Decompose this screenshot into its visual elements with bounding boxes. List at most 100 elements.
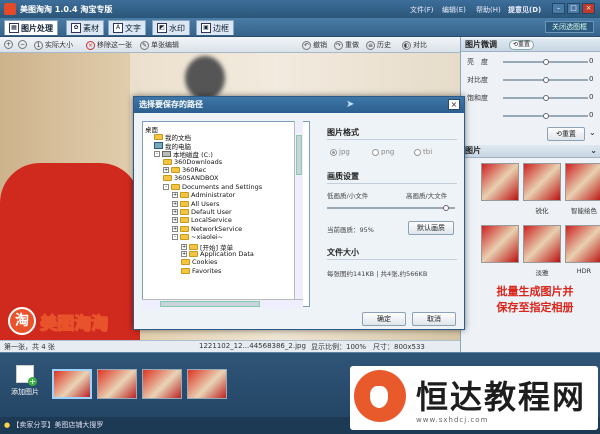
slider-handle[interactable] — [543, 59, 549, 65]
reset-button[interactable]: ⟲重置 — [547, 127, 585, 141]
expand-icon[interactable]: + — [163, 167, 169, 173]
slider-label: 饱和度 — [467, 94, 488, 102]
minimize-icon[interactable]: – — [552, 3, 565, 14]
expand-icon[interactable]: + — [172, 209, 178, 215]
ok-button[interactable]: 确定 — [362, 312, 406, 326]
quality-slider-handle[interactable] — [443, 205, 449, 211]
remove-one-button[interactable]: × 移除这一张 — [86, 40, 132, 50]
format-radio[interactable]: jpg — [330, 148, 350, 156]
slider-value: 0 — [589, 57, 594, 65]
default-quality-button[interactable]: 默认画质 — [408, 221, 454, 235]
cancel-button[interactable]: 取消 — [412, 312, 456, 326]
tree-node[interactable]: + Administrator — [172, 191, 235, 199]
collapse-icon[interactable]: - — [154, 151, 160, 158]
menu-edit[interactable]: 编辑(E) — [442, 5, 466, 15]
effect-thumbnail[interactable] — [481, 163, 519, 201]
tab-material[interactable]: ✿ 素材 — [66, 20, 104, 35]
effect-thumbnail[interactable] — [481, 225, 519, 263]
tab-image-processing[interactable]: ▦ 图片处理 — [4, 20, 58, 35]
effect-thumbnail[interactable] — [523, 163, 561, 201]
slider-track[interactable] — [503, 113, 588, 119]
file-name: 1221102_12...44568386_2.jpg — [199, 342, 306, 350]
zoom-out-button[interactable]: − — [18, 40, 27, 49]
adjust-reset-button[interactable]: ⟲重置 — [509, 40, 535, 50]
add-image-icon: + — [16, 365, 37, 386]
chevron-down-icon[interactable]: ⌄ — [590, 145, 597, 157]
folder-icon — [180, 234, 189, 241]
slider-track[interactable] — [503, 59, 588, 65]
expand-icon[interactable]: + — [172, 225, 178, 232]
slider-track[interactable] — [503, 95, 588, 101]
site-watermark: 恒达教程网 www.sxhdcj.com — [350, 366, 598, 430]
effect-thumbnail[interactable] — [565, 163, 600, 201]
folder-icon — [189, 243, 198, 250]
menu-help[interactable]: 帮助(H) — [476, 5, 501, 15]
image-thumbnail[interactable] — [187, 369, 227, 399]
remove-icon: × — [86, 40, 95, 50]
tree-horizontal-scrollbar[interactable] — [142, 299, 303, 308]
slider-handle[interactable] — [543, 113, 549, 119]
menu-file[interactable]: 文件(F) — [410, 5, 434, 15]
close-icon[interactable]: × — [582, 3, 595, 14]
add-image-button[interactable]: + 添加图片 — [6, 365, 44, 409]
tree-node-label: Favorites — [192, 266, 222, 275]
expand-icon[interactable]: + — [172, 200, 178, 207]
zoom-in-icon: + — [4, 40, 13, 49]
maximize-icon[interactable]: □ — [567, 3, 580, 14]
tab-border[interactable]: ▣ 边框 — [196, 20, 234, 35]
footer-tip[interactable]: 【卖家分享】美图店铺大搜罗 — [12, 421, 103, 429]
tab-text[interactable]: A 文字 — [108, 20, 146, 35]
tree-node[interactable]: 360Downloads — [163, 158, 222, 166]
tree-node[interactable]: + All Users — [172, 200, 219, 208]
tree-node[interactable]: Cookies — [181, 258, 217, 266]
collapse-icon[interactable]: - — [172, 234, 178, 241]
tree-node[interactable]: +360Rec — [163, 166, 206, 174]
tree-node-label: Default User — [191, 208, 232, 216]
tree-node[interactable]: - Documents and Settings — [163, 183, 262, 191]
undo-button[interactable]: ↶ 撤销 — [302, 40, 327, 50]
expand-icon[interactable]: + — [172, 192, 178, 199]
tab-watermark[interactable]: ◩ 水印 — [152, 20, 190, 35]
tree-vertical-scrollbar[interactable] — [294, 121, 303, 299]
cursor-icon: ➤ — [346, 99, 355, 110]
format-radio[interactable]: png — [372, 148, 394, 156]
quality-current: 当前画质：95% — [327, 226, 374, 234]
menu-feedback[interactable]: 提意见(D) — [508, 5, 541, 15]
tree-node[interactable]: + LocalService — [172, 216, 232, 224]
effect-thumbnail[interactable] — [523, 225, 561, 263]
expand-icon[interactable]: + — [172, 217, 178, 224]
folder-icon — [171, 167, 180, 173]
tree-node[interactable]: - ~xiaolei~ — [172, 233, 223, 241]
slider-label: 对比度 — [467, 76, 488, 84]
tree-node[interactable]: 360SANDBOX — [163, 174, 218, 182]
image-thumbnail[interactable] — [52, 369, 92, 399]
tree-node[interactable]: Favorites — [181, 267, 221, 275]
blurred-face — [185, 56, 225, 100]
single-edit-button[interactable]: ✎ 单张编辑 — [140, 40, 179, 50]
slider-handle[interactable] — [543, 95, 549, 101]
history-button[interactable]: ≡ 历史 — [366, 40, 391, 50]
compare-button[interactable]: ◐ 对比 — [402, 40, 427, 50]
effect-thumbnail[interactable] — [565, 225, 600, 263]
quality-slider[interactable] — [327, 205, 455, 211]
expand-icon[interactable]: + — [181, 251, 187, 257]
image-thumbnail[interactable] — [142, 369, 182, 399]
collapse-icon[interactable]: - — [163, 183, 169, 190]
watermark-icon: ◩ — [157, 23, 167, 33]
tree-node[interactable]: + Application Data — [181, 250, 254, 258]
tree-node-label: All Users — [191, 199, 220, 208]
format-radio[interactable]: tbi — [414, 148, 432, 156]
tree-node[interactable]: + NetworkService — [172, 225, 242, 233]
close-selector-button[interactable]: 关闭选图框 — [545, 21, 594, 33]
slider-handle[interactable] — [543, 77, 549, 83]
actual-size-button[interactable]: 1 实际大小 — [34, 40, 73, 50]
collapse-icon[interactable]: ⌄ — [589, 128, 596, 137]
tree-node[interactable]: + Default User — [172, 208, 232, 216]
folder-tree[interactable]: 桌面 我的文档 我的电脑 - 本地磁盘 (C:) 360Downloads +360Rec 3… — [142, 121, 310, 307]
slider-track[interactable] — [503, 77, 588, 83]
image-thumbnail[interactable] — [97, 369, 137, 399]
redo-button[interactable]: ↷ 重做 — [334, 40, 359, 50]
expand-icon[interactable]: + — [181, 243, 187, 250]
zoom-in-button[interactable]: + — [4, 40, 13, 49]
dialog-close-icon[interactable]: × — [448, 99, 460, 110]
